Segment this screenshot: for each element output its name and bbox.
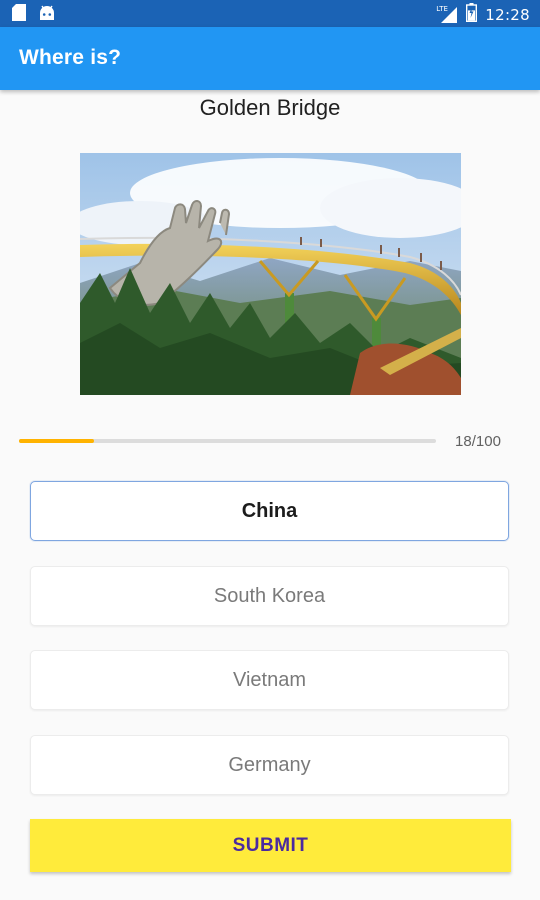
app-bar: Where is? [0,27,540,90]
status-bar: LTE 12:28 [0,0,540,27]
question-title: Golden Bridge [199,95,341,120]
status-time: 12:28 [485,5,530,24]
answer-option-label: Germany [228,753,311,776]
answer-option-china[interactable]: China [30,481,509,541]
status-bar-left [12,4,56,26]
answer-option-vietnam[interactable]: Vietnam [30,650,509,710]
signal-icon: LTE [436,5,458,24]
golden-bridge-photo [80,153,461,395]
answer-option-label: Vietnam [232,668,306,691]
answer-option-germany[interactable]: Germany [30,735,509,795]
battery-icon [466,3,478,26]
app-title: Where is? [19,46,122,69]
progress-bar-fill [19,439,95,443]
progress-counter: 18/100 [455,433,501,450]
answer-option-south-korea[interactable]: South Korea [30,566,509,626]
android-icon [38,5,56,26]
progress-bar [19,439,436,443]
answer-option-label: South Korea [213,584,326,607]
sd-card-icon [12,4,26,26]
submit-button[interactable]: SUBMIT [30,819,511,872]
status-bar-right: LTE 12:28 [436,3,530,26]
answer-option-label: China [241,499,298,522]
